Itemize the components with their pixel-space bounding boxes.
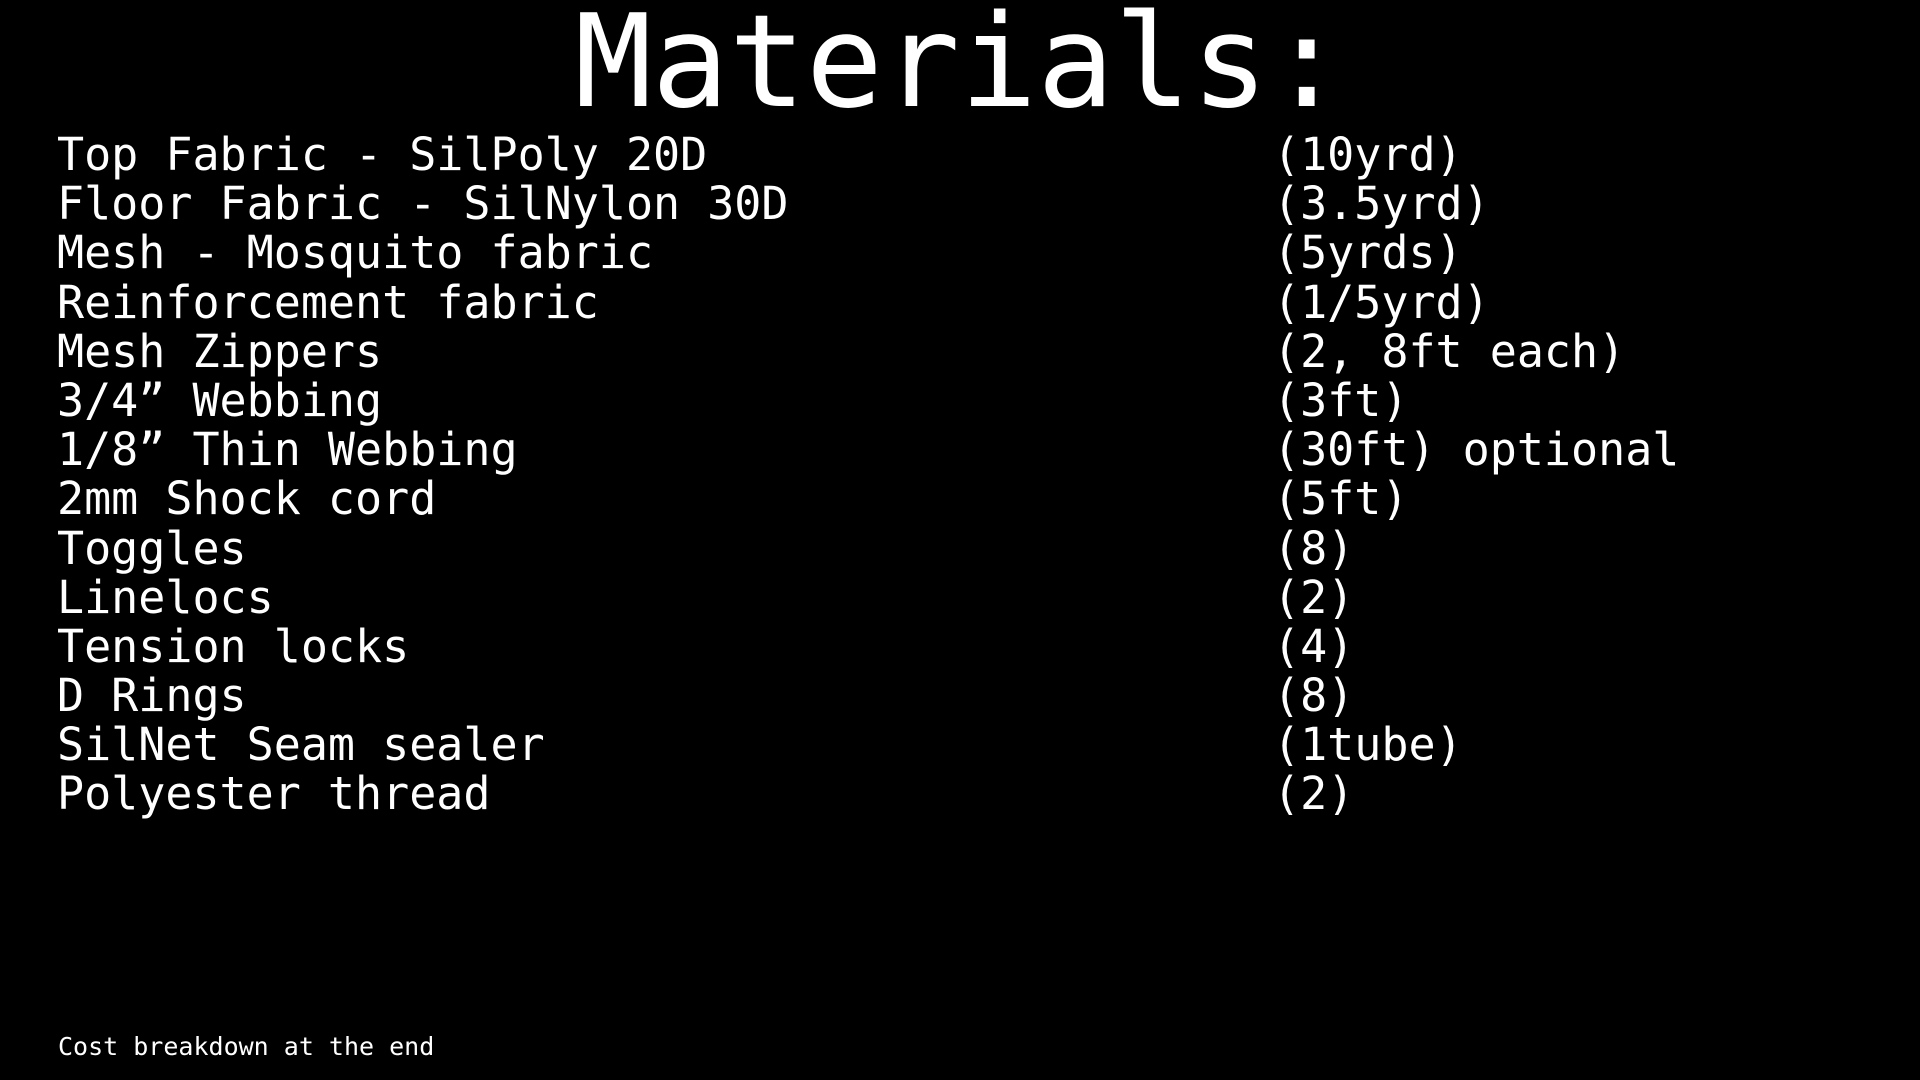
material-quantity: (5ft) (1273, 472, 1409, 526)
material-name: Tension locks (57, 619, 410, 673)
material-quantity: (3.5yrd) (1273, 177, 1490, 231)
material-name: Mesh Zippers (57, 324, 383, 378)
material-name: SilNet Seam sealer (57, 718, 545, 772)
page-title: Materials: (574, 0, 1346, 137)
list-item: Polyester thread (2) (57, 769, 1877, 818)
material-name: 3/4” Webbing (57, 373, 383, 427)
list-item: Top Fabric - SilPoly 20D (10yrd) (57, 130, 1877, 179)
list-item: Toggles (8) (57, 521, 1877, 575)
list-item: Reinforcement fabric (1/5yrd) (57, 275, 1877, 329)
material-name: Toggles (57, 521, 247, 575)
material-name: Floor Fabric - SilNylon 30D (57, 177, 789, 231)
material-name: Linelocs (57, 570, 274, 624)
list-item: Floor Fabric - SilNylon 30D (3.5yrd) (57, 179, 1877, 228)
material-quantity: (10yrd) (1273, 128, 1463, 181)
material-quantity: (1tube) (1273, 718, 1463, 772)
material-quantity: (1/5yrd) (1273, 275, 1490, 329)
material-name: 2mm Shock cord (57, 472, 437, 526)
list-item: 2mm Shock cord (5ft) (57, 474, 1877, 523)
material-quantity: (8) (1273, 669, 1355, 723)
material-quantity: (2) (1273, 570, 1355, 624)
material-name: Mesh - Mosquito fabric (57, 226, 654, 280)
list-item: SilNet Seam sealer (1tube) (57, 720, 1877, 769)
list-item: Linelocs (2) (57, 570, 1877, 624)
list-item: Tension locks (4) (57, 622, 1877, 671)
material-name: Polyester thread (57, 767, 491, 821)
list-item: Mesh Zippers (2, 8ft each) (57, 327, 1877, 376)
list-item: 3/4” Webbing (3ft) (57, 376, 1877, 425)
material-quantity: (2, 8ft each) (1273, 324, 1626, 378)
footnote-text: Cost breakdown at the end (58, 1032, 435, 1061)
material-name: D Rings (57, 669, 247, 723)
list-item: 1/8” Thin Webbing (30ft) optional (57, 425, 1877, 474)
material-name: Top Fabric - SilPoly 20D (57, 128, 708, 181)
material-quantity: (30ft) optional (1273, 423, 1680, 477)
presentation-slide: Materials: Top Fabric - SilPoly 20D (10y… (0, 0, 1920, 1080)
list-item: Mesh - Mosquito fabric (5yrds) (57, 228, 1877, 277)
material-quantity: (8) (1273, 521, 1355, 575)
material-name: Reinforcement fabric (57, 275, 599, 329)
material-quantity: (5yrds) (1273, 226, 1463, 280)
material-quantity: (2) (1273, 767, 1355, 821)
material-quantity: (3ft) (1273, 373, 1409, 427)
material-name: 1/8” Thin Webbing (57, 423, 518, 477)
materials-list: Top Fabric - SilPoly 20D (10yrd) Floor F… (57, 130, 1877, 819)
list-item: D Rings (8) (57, 671, 1877, 720)
material-quantity: (4) (1273, 619, 1355, 673)
